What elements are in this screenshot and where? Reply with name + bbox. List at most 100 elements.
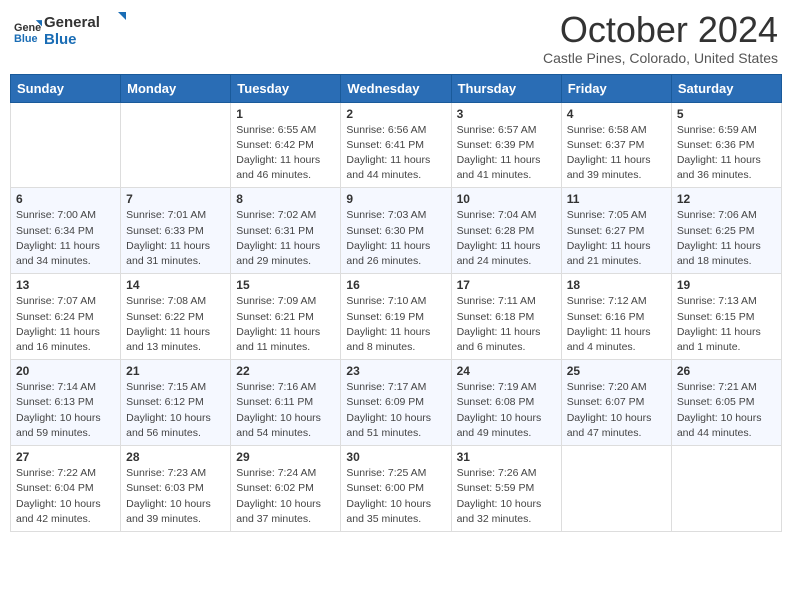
day-number: 5 — [677, 107, 776, 121]
day-info: Sunrise: 7:03 AM Sunset: 6:30 PM Dayligh… — [346, 208, 445, 269]
day-info: Sunrise: 7:21 AM Sunset: 6:05 PM Dayligh… — [677, 380, 776, 441]
svg-text:Blue: Blue — [44, 31, 77, 48]
day-info: Sunrise: 7:16 AM Sunset: 6:11 PM Dayligh… — [236, 380, 335, 441]
day-info: Sunrise: 6:59 AM Sunset: 6:36 PM Dayligh… — [677, 123, 776, 184]
day-number: 24 — [457, 364, 556, 378]
day-number: 26 — [677, 364, 776, 378]
day-info: Sunrise: 6:56 AM Sunset: 6:41 PM Dayligh… — [346, 123, 445, 184]
col-header-friday: Friday — [561, 74, 671, 102]
day-number: 1 — [236, 107, 335, 121]
day-number: 30 — [346, 450, 445, 464]
calendar-cell: 29 Sunrise: 7:24 AM Sunset: 6:02 PM Dayli… — [231, 446, 341, 532]
day-info: Sunrise: 7:02 AM Sunset: 6:31 PM Dayligh… — [236, 208, 335, 269]
logo-line1: General Blue — [44, 10, 134, 53]
day-info: Sunrise: 7:09 AM Sunset: 6:21 PM Dayligh… — [236, 294, 335, 355]
logo: General Blue General Blue — [14, 10, 134, 53]
day-number: 27 — [16, 450, 115, 464]
calendar-cell: 15 Sunrise: 7:09 AM Sunset: 6:21 PM Dayli… — [231, 274, 341, 360]
day-number: 22 — [236, 364, 335, 378]
day-number: 18 — [567, 278, 666, 292]
calendar-cell: 7 Sunrise: 7:01 AM Sunset: 6:33 PM Daylig… — [121, 188, 231, 274]
calendar-cell: 25Sunrise: 7:20 AM Sunset: 6:07 PM Dayli… — [561, 360, 671, 446]
day-number: 20 — [16, 364, 115, 378]
calendar-cell: 1 Sunrise: 6:55 AM Sunset: 6:42 PM Daylig… — [231, 102, 341, 188]
day-number: 14 — [126, 278, 225, 292]
day-info: Sunrise: 6:57 AM Sunset: 6:39 PM Dayligh… — [457, 123, 556, 184]
calendar-cell: 6 Sunrise: 7:00 AM Sunset: 6:34 PM Daylig… — [11, 188, 121, 274]
calendar-cell — [121, 102, 231, 188]
calendar-cell: 18 Sunrise: 7:12 AM Sunset: 6:16 PM Dayli… — [561, 274, 671, 360]
calendar-cell — [11, 102, 121, 188]
day-info: Sunrise: 6:58 AM Sunset: 6:37 PM Dayligh… — [567, 123, 666, 184]
calendar-cell: 2 Sunrise: 6:56 AM Sunset: 6:41 PM Daylig… — [341, 102, 451, 188]
day-info: Sunrise: 7:00 AM Sunset: 6:34 PM Dayligh… — [16, 208, 115, 269]
col-header-tuesday: Tuesday — [231, 74, 341, 102]
calendar-cell — [671, 446, 781, 532]
calendar-cell: 28 Sunrise: 7:23 AM Sunset: 6:03 PM Dayli… — [121, 446, 231, 532]
title-block: October 2024 Castle Pines, Colorado, Uni… — [543, 10, 778, 66]
day-info: Sunrise: 6:55 AM Sunset: 6:42 PM Dayligh… — [236, 123, 335, 184]
day-number: 15 — [236, 278, 335, 292]
day-number: 25 — [567, 364, 666, 378]
day-number: 9 — [346, 192, 445, 206]
day-number: 28 — [126, 450, 225, 464]
day-info: Sunrise: 7:12 AM Sunset: 6:16 PM Dayligh… — [567, 294, 666, 355]
calendar-cell: 22 Sunrise: 7:16 AM Sunset: 6:11 PM Dayli… — [231, 360, 341, 446]
col-header-thursday: Thursday — [451, 74, 561, 102]
calendar-header-row: SundayMondayTuesdayWednesdayThursdayFrid… — [11, 74, 782, 102]
day-number: 4 — [567, 107, 666, 121]
month-title: October 2024 — [543, 10, 778, 50]
day-number: 23 — [346, 364, 445, 378]
day-number: 21 — [126, 364, 225, 378]
calendar-cell: 12 Sunrise: 7:06 AM Sunset: 6:25 PM Dayli… — [671, 188, 781, 274]
day-number: 12 — [677, 192, 776, 206]
location: Castle Pines, Colorado, United States — [543, 50, 778, 66]
day-info: Sunrise: 7:05 AM Sunset: 6:27 PM Dayligh… — [567, 208, 666, 269]
day-info: Sunrise: 7:24 AM Sunset: 6:02 PM Dayligh… — [236, 466, 335, 527]
calendar-cell: 4 Sunrise: 6:58 AM Sunset: 6:37 PM Daylig… — [561, 102, 671, 188]
day-number: 8 — [236, 192, 335, 206]
calendar-cell: 5 Sunrise: 6:59 AM Sunset: 6:36 PM Daylig… — [671, 102, 781, 188]
day-number: 19 — [677, 278, 776, 292]
calendar-cell: 30Sunrise: 7:25 AM Sunset: 6:00 PM Dayli… — [341, 446, 451, 532]
calendar-cell: 16 Sunrise: 7:10 AM Sunset: 6:19 PM Dayli… — [341, 274, 451, 360]
calendar-cell: 9 Sunrise: 7:03 AM Sunset: 6:30 PM Daylig… — [341, 188, 451, 274]
calendar-cell: 13Sunrise: 7:07 AM Sunset: 6:24 PM Dayli… — [11, 274, 121, 360]
day-info: Sunrise: 7:19 AM Sunset: 6:08 PM Dayligh… — [457, 380, 556, 441]
day-info: Sunrise: 7:11 AM Sunset: 6:18 PM Dayligh… — [457, 294, 556, 355]
day-info: Sunrise: 7:01 AM Sunset: 6:33 PM Dayligh… — [126, 208, 225, 269]
day-info: Sunrise: 7:23 AM Sunset: 6:03 PM Dayligh… — [126, 466, 225, 527]
calendar-cell: 14 Sunrise: 7:08 AM Sunset: 6:22 PM Dayli… — [121, 274, 231, 360]
day-number: 3 — [457, 107, 556, 121]
day-info: Sunrise: 7:08 AM Sunset: 6:22 PM Dayligh… — [126, 294, 225, 355]
calendar-cell: 31 Sunrise: 7:26 AM Sunset: 5:59 PM Dayli… — [451, 446, 561, 532]
calendar-cell — [561, 446, 671, 532]
day-info: Sunrise: 7:06 AM Sunset: 6:25 PM Dayligh… — [677, 208, 776, 269]
col-header-saturday: Saturday — [671, 74, 781, 102]
day-number: 2 — [346, 107, 445, 121]
day-number: 16 — [346, 278, 445, 292]
col-header-monday: Monday — [121, 74, 231, 102]
day-info: Sunrise: 7:26 AM Sunset: 5:59 PM Dayligh… — [457, 466, 556, 527]
day-number: 31 — [457, 450, 556, 464]
calendar-week-4: 20Sunrise: 7:14 AM Sunset: 6:13 PM Dayli… — [11, 360, 782, 446]
day-number: 29 — [236, 450, 335, 464]
calendar-cell: 24 Sunrise: 7:19 AM Sunset: 6:08 PM Dayli… — [451, 360, 561, 446]
col-header-wednesday: Wednesday — [341, 74, 451, 102]
day-info: Sunrise: 7:22 AM Sunset: 6:04 PM Dayligh… — [16, 466, 115, 527]
day-info: Sunrise: 7:15 AM Sunset: 6:12 PM Dayligh… — [126, 380, 225, 441]
calendar-cell: 23Sunrise: 7:17 AM Sunset: 6:09 PM Dayli… — [341, 360, 451, 446]
calendar-week-2: 6 Sunrise: 7:00 AM Sunset: 6:34 PM Daylig… — [11, 188, 782, 274]
calendar-cell: 20Sunrise: 7:14 AM Sunset: 6:13 PM Dayli… — [11, 360, 121, 446]
day-number: 6 — [16, 192, 115, 206]
calendar-cell: 10Sunrise: 7:04 AM Sunset: 6:28 PM Dayli… — [451, 188, 561, 274]
day-info: Sunrise: 7:07 AM Sunset: 6:24 PM Dayligh… — [16, 294, 115, 355]
day-number: 17 — [457, 278, 556, 292]
day-info: Sunrise: 7:10 AM Sunset: 6:19 PM Dayligh… — [346, 294, 445, 355]
calendar-week-3: 13Sunrise: 7:07 AM Sunset: 6:24 PM Dayli… — [11, 274, 782, 360]
day-number: 11 — [567, 192, 666, 206]
day-number: 7 — [126, 192, 225, 206]
col-header-sunday: Sunday — [11, 74, 121, 102]
calendar-cell: 26 Sunrise: 7:21 AM Sunset: 6:05 PM Dayli… — [671, 360, 781, 446]
calendar-cell: 3 Sunrise: 6:57 AM Sunset: 6:39 PM Daylig… — [451, 102, 561, 188]
